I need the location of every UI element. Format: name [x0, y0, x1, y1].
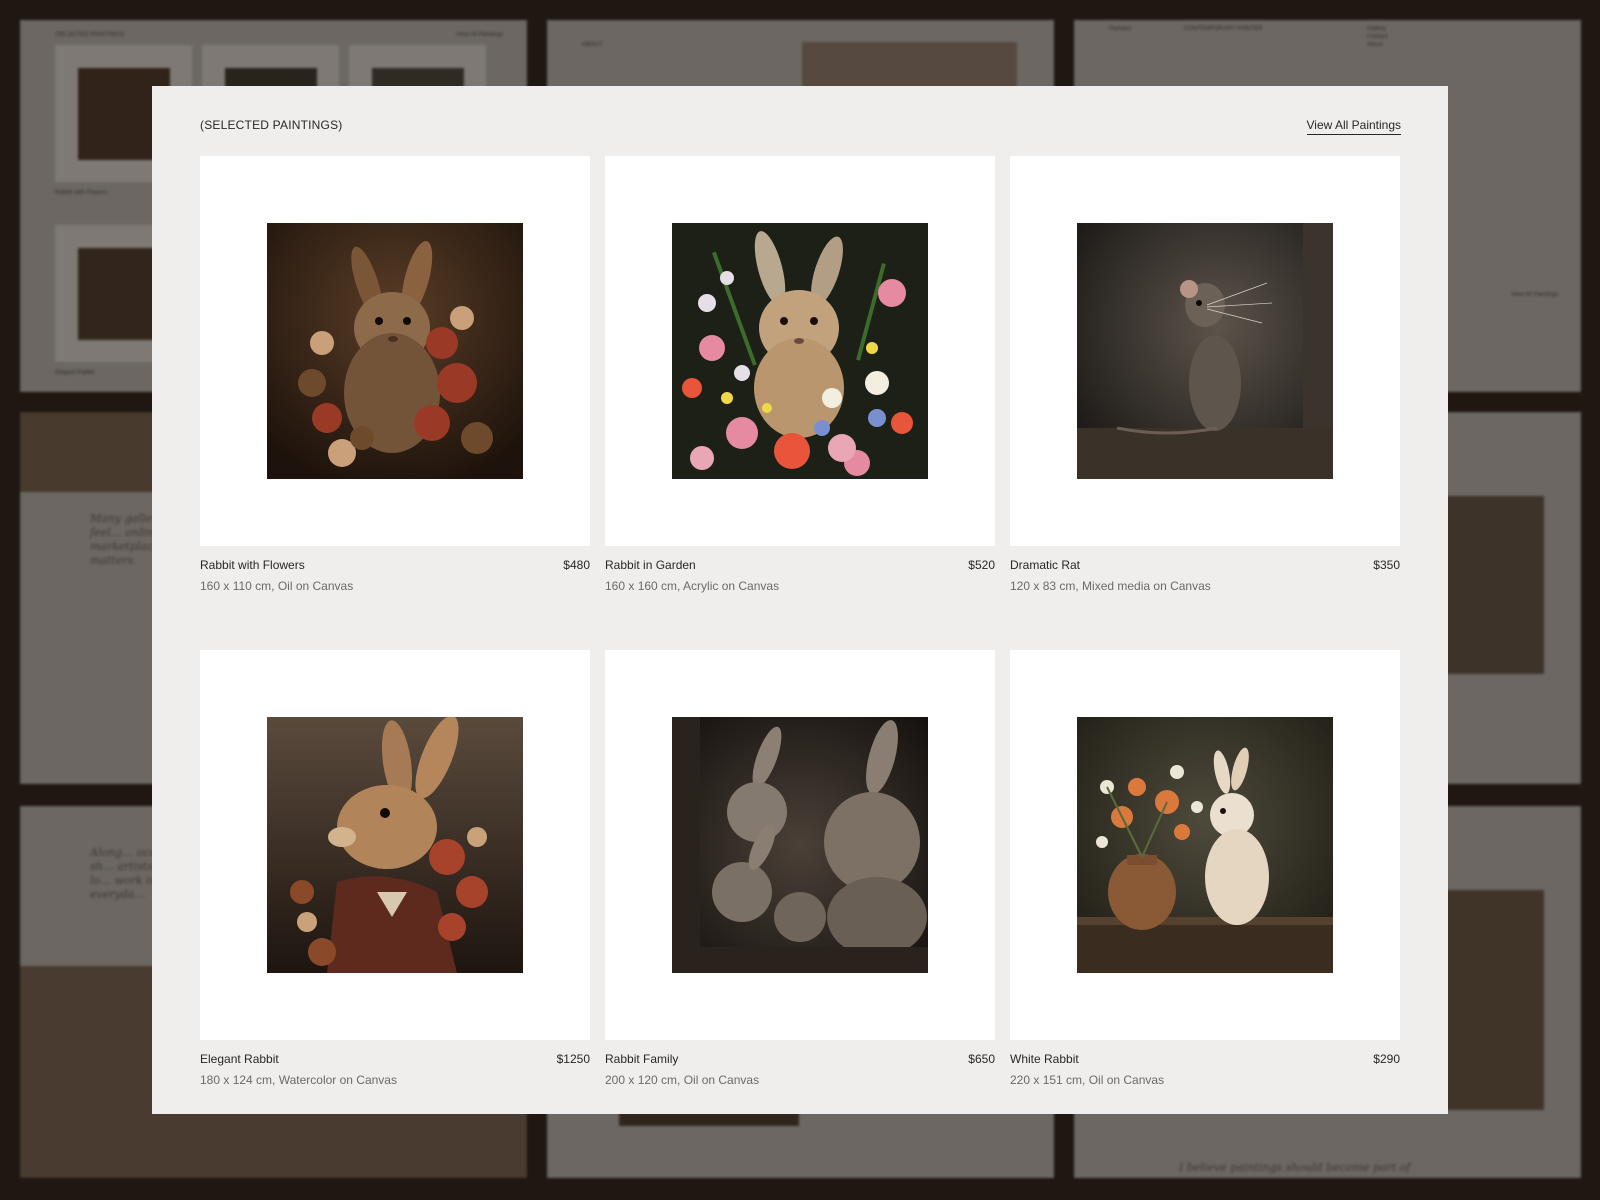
painting-card[interactable]: White Rabbit $290 220 x 151 cm, Oil on C… [1010, 650, 1400, 1104]
painting-image-dramatic-rat[interactable] [1077, 223, 1333, 479]
painting-title[interactable]: Dramatic Rat [1010, 558, 1080, 572]
bg-page-8-quote: I believe paintings should become part o… [1179, 1161, 1411, 1174]
painting-price: $520 [968, 558, 995, 572]
painting-title[interactable]: White Rabbit [1010, 1052, 1079, 1066]
painting-title[interactable]: Rabbit Family [605, 1052, 678, 1066]
painting-image-rabbit-family[interactable] [672, 717, 928, 973]
painting-price: $350 [1373, 558, 1400, 572]
bg-page-3-link: View All Paintings [1511, 292, 1559, 298]
painting-image-white-rabbit[interactable] [1077, 717, 1333, 973]
painting-meta: Rabbit with Flowers $480 160 x 110 cm, O… [200, 558, 590, 610]
painting-price: $650 [968, 1052, 995, 1066]
painting-details: 180 x 124 cm, Watercolor on Canvas [200, 1073, 397, 1087]
selected-paintings-panel: (SELECTED PAINTINGS) View All Paintings [152, 86, 1448, 1114]
painting-meta: Elegant Rabbit $1250 180 x 124 cm, Water… [200, 1052, 590, 1104]
painting-details: 200 x 120 cm, Oil on Canvas [605, 1073, 760, 1087]
painting-price: $480 [563, 558, 590, 572]
painting-frame[interactable] [605, 650, 995, 1040]
painting-details: 220 x 151 cm, Oil on Canvas [1010, 1073, 1165, 1087]
painting-image-elegant-rabbit[interactable] [267, 717, 523, 973]
painting-title[interactable]: Elegant Rabbit [200, 1052, 279, 1066]
section-label: (SELECTED PAINTINGS) [200, 118, 343, 132]
painting-image-rabbit-with-flowers[interactable] [267, 223, 523, 479]
painting-title[interactable]: Rabbit with Flowers [200, 558, 305, 572]
bg-page-3-nav: Humanz [1109, 26, 1132, 32]
painting-frame[interactable] [605, 156, 995, 546]
painting-frame[interactable] [1010, 650, 1400, 1040]
bg-page-3-nav: CONTEMPORARY PAINTER [1184, 26, 1263, 32]
painting-image-rabbit-in-garden[interactable] [672, 223, 928, 479]
bg-photo [1446, 496, 1544, 674]
bg-page-3-menu: Contact [1367, 34, 1388, 40]
painting-meta: Rabbit Family $650 200 x 120 cm, Oil on … [605, 1052, 995, 1104]
painting-meta: Dramatic Rat $350 120 x 83 cm, Mixed med… [1010, 558, 1400, 610]
bg-photo [1446, 890, 1544, 1110]
painting-details: 160 x 160 cm, Acrylic on Canvas [605, 579, 780, 593]
painting-price: $1250 [556, 1052, 590, 1066]
painting-card[interactable]: Elegant Rabbit $1250 180 x 124 cm, Water… [200, 650, 590, 1104]
painting-card[interactable]: Rabbit with Flowers $480 160 x 110 cm, O… [200, 156, 590, 610]
bg-page-1-link: View All Paintings [456, 32, 504, 38]
painting-details: 160 x 110 cm, Oil on Canvas [200, 579, 354, 593]
painting-frame[interactable] [1010, 156, 1400, 546]
bg-page-1-header: (SELECTED PAINTINGS) [55, 32, 125, 38]
painting-frame[interactable] [200, 650, 590, 1040]
painting-details: 120 x 83 cm, Mixed media on Canvas [1010, 579, 1211, 593]
bg-page-3-menu: About [1367, 42, 1383, 48]
bg-page-3-menu: Gallery [1367, 26, 1387, 32]
painting-card[interactable]: Rabbit Family $650 200 x 120 cm, Oil on … [605, 650, 995, 1104]
painting-price: $290 [1373, 1052, 1400, 1066]
painting-meta: Rabbit in Garden $520 160 x 160 cm, Acry… [605, 558, 995, 610]
painting-meta: White Rabbit $290 220 x 151 cm, Oil on C… [1010, 1052, 1400, 1104]
painting-title[interactable]: Rabbit in Garden [605, 558, 696, 572]
painting-card[interactable]: Rabbit in Garden $520 160 x 160 cm, Acry… [605, 156, 995, 610]
bg-page-1-item: Rabbit with Flowers [55, 190, 108, 196]
painting-card[interactable]: Dramatic Rat $350 120 x 83 cm, Mixed med… [1010, 156, 1400, 610]
painting-frame[interactable] [200, 156, 590, 546]
bg-page-1-item: Elegant Rabbit [55, 370, 95, 376]
view-all-paintings-link[interactable]: View All Paintings [1306, 118, 1401, 135]
bg-page-2-label: ABOUT [582, 42, 603, 48]
